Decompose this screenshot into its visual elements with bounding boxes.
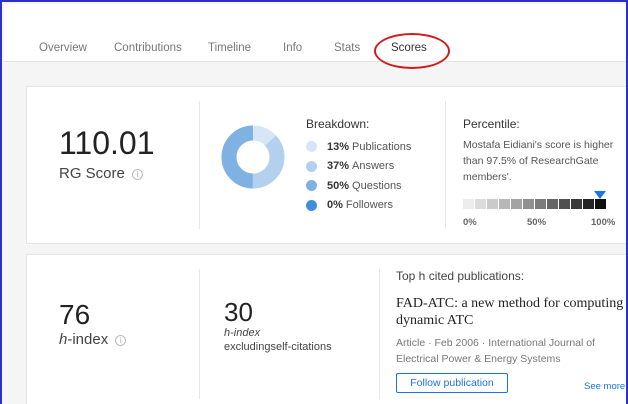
- h-index-card: 76 h-index i 30 h-index excludingself-cit…: [26, 254, 626, 404]
- legend-item-answers: 37% Answers: [306, 157, 411, 177]
- breakdown-title: Breakdown:: [306, 117, 370, 131]
- legend-dot: [306, 199, 317, 211]
- tab-timeline[interactable]: Timeline: [208, 42, 251, 54]
- legend-item-followers: 0% Followers: [306, 196, 411, 216]
- percentile-axis-100: 100%: [591, 217, 616, 228]
- percentile-axis-0: 0%: [463, 217, 477, 228]
- legend-item-publications: 13% Publications: [306, 137, 411, 157]
- breakdown-legend: 13% Publications 37% Answers 50% Questio…: [306, 137, 411, 215]
- legend-dot: [306, 180, 317, 192]
- rg-score-card: 110.01 RG Score i Breakdown: 13% Publicat…: [26, 86, 626, 244]
- h-index-excl-label: h-index: [224, 327, 261, 339]
- percentile-marker: [594, 191, 606, 199]
- legend-percent: 50%: [327, 179, 350, 192]
- h-index-value: 76: [59, 299, 91, 330]
- publication-title[interactable]: FAD-ATC: a new method for computing dyna…: [396, 295, 626, 329]
- h-index-excl-value: 30: [224, 297, 253, 327]
- h-index-label: -index: [67, 331, 109, 348]
- legend-item-questions: 50% Questions: [306, 176, 411, 196]
- divider: [379, 269, 380, 399]
- see-more-link[interactable]: See more: [584, 381, 625, 392]
- page-frame: Overview Contributions Timeline Info Sta…: [0, 0, 628, 404]
- legend-label: Followers: [345, 199, 393, 212]
- follow-publication-button[interactable]: Follow publication: [396, 373, 508, 393]
- tab-contributions[interactable]: Contributions: [114, 42, 182, 54]
- percentile-bar: [463, 199, 607, 209]
- rg-score-label-row: RG Score i: [59, 165, 143, 182]
- legend-label: Questions: [352, 179, 402, 192]
- tab-overview[interactable]: Overview: [39, 42, 87, 54]
- info-icon[interactable]: i: [131, 168, 143, 180]
- rg-score-label: RG Score: [59, 165, 125, 182]
- percentile-title: Percentile:: [463, 117, 520, 131]
- publication-meta: Article · Feb 2006 · International Journ…: [396, 337, 596, 365]
- annotation-ellipse: [374, 33, 450, 69]
- h-index-excl-sublabel: excludingself-citations: [224, 341, 332, 353]
- legend-percent: 0%: [327, 199, 343, 212]
- top-cited-title: Top h cited publications:: [396, 269, 525, 283]
- divider: [199, 101, 200, 229]
- rg-score-value: 110.01: [59, 125, 155, 161]
- divider: [445, 101, 446, 229]
- legend-label: Answers: [352, 160, 395, 173]
- legend-dot: [306, 141, 317, 153]
- percentile-description: Mostafa Eidiani's score is higher than 9…: [463, 139, 614, 183]
- percentile-axis-50: 50%: [527, 217, 547, 228]
- tab-info[interactable]: Info: [283, 42, 302, 54]
- tab-stats[interactable]: Stats: [334, 42, 360, 54]
- info-icon[interactable]: i: [115, 334, 127, 346]
- h-index-label-row: h-index i: [59, 331, 127, 348]
- divider: [199, 269, 200, 399]
- profile-tab-bar: Overview Contributions Timeline Info Sta…: [4, 4, 626, 69]
- breakdown-donut-chart: [221, 125, 285, 189]
- legend-percent: 37%: [327, 160, 350, 173]
- legend-dot: [306, 160, 317, 172]
- legend-label: Publications: [352, 140, 412, 153]
- legend-percent: 13%: [327, 140, 350, 153]
